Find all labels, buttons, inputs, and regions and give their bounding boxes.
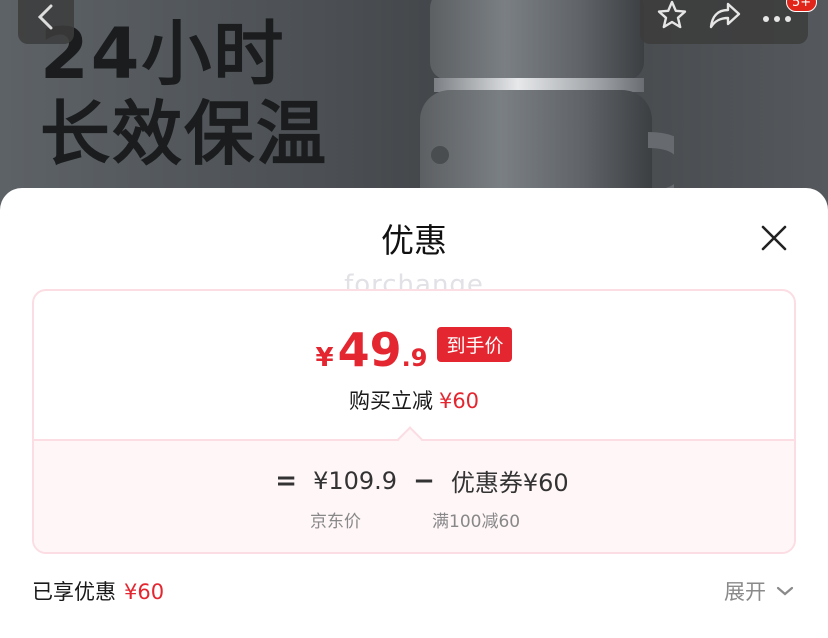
price-formula-section: = ¥109.9 − 优惠券¥60 京东价 满100减60 (34, 439, 794, 552)
base-price-label: 京东价 (310, 512, 361, 532)
sheet-title: 优惠 (381, 221, 447, 260)
chevron-down-icon (776, 586, 794, 596)
final-price-tag: 到手价 (437, 326, 513, 362)
minus-sign: − (413, 465, 435, 496)
price-currency: ¥ (315, 343, 334, 373)
reduce-amount: ¥60 (438, 389, 480, 413)
share-button[interactable] (708, 0, 742, 34)
price-decimal: .9 (401, 344, 428, 372)
final-price-section: ¥ 49 .9 到手价 购买立减 ¥60 (34, 291, 794, 439)
more-button[interactable] (762, 8, 792, 27)
expand-label: 展开 (724, 580, 766, 604)
price-formula: = ¥109.9 − 优惠券¥60 (34, 463, 794, 498)
chevron-left-icon (37, 4, 53, 30)
coupon-amount: 优惠券¥60 (450, 469, 569, 497)
reduce-label: 购买立减 (348, 389, 433, 413)
hero-slogan-line1: 24小时 (40, 13, 286, 95)
close-button[interactable] (756, 220, 792, 256)
star-icon (657, 0, 687, 29)
base-price: ¥109.9 (313, 466, 398, 495)
discount-sheet: 优惠 forchange ¥ 49 .9 到手价 购买立减 ¥60 = ¥109.… (0, 188, 828, 638)
coupon-condition: 满100减60 (432, 512, 521, 532)
more-dots-icon (763, 15, 791, 22)
expand-button[interactable]: 展开 (724, 576, 796, 606)
price-integer: 49 (337, 323, 402, 377)
enjoyed-amount: ¥60 (124, 580, 165, 604)
discount-footer: 已享优惠 ¥60 展开 (32, 576, 796, 606)
top-actions (640, 0, 808, 44)
close-icon (761, 225, 787, 251)
price-breakdown-card: ¥ 49 .9 到手价 购买立减 ¥60 = ¥109.9 − 优惠券¥60 京东… (32, 289, 796, 554)
hero-slogan-line2: 长效保温 (40, 93, 328, 175)
equals-sign: = (275, 465, 298, 496)
share-icon (709, 2, 741, 29)
message-count-badge: 5+ (786, 0, 818, 12)
enjoyed-label: 已享优惠 (32, 580, 116, 604)
final-price: ¥ 49 .9 到手价 (34, 323, 794, 377)
back-button[interactable] (18, 0, 74, 44)
instant-reduction: 购买立减 ¥60 (34, 385, 794, 415)
favorite-button[interactable] (656, 0, 688, 35)
enjoyed-discount: 已享优惠 ¥60 (32, 576, 164, 606)
hero-slogan: 24小时 长效保温 (40, 14, 328, 174)
